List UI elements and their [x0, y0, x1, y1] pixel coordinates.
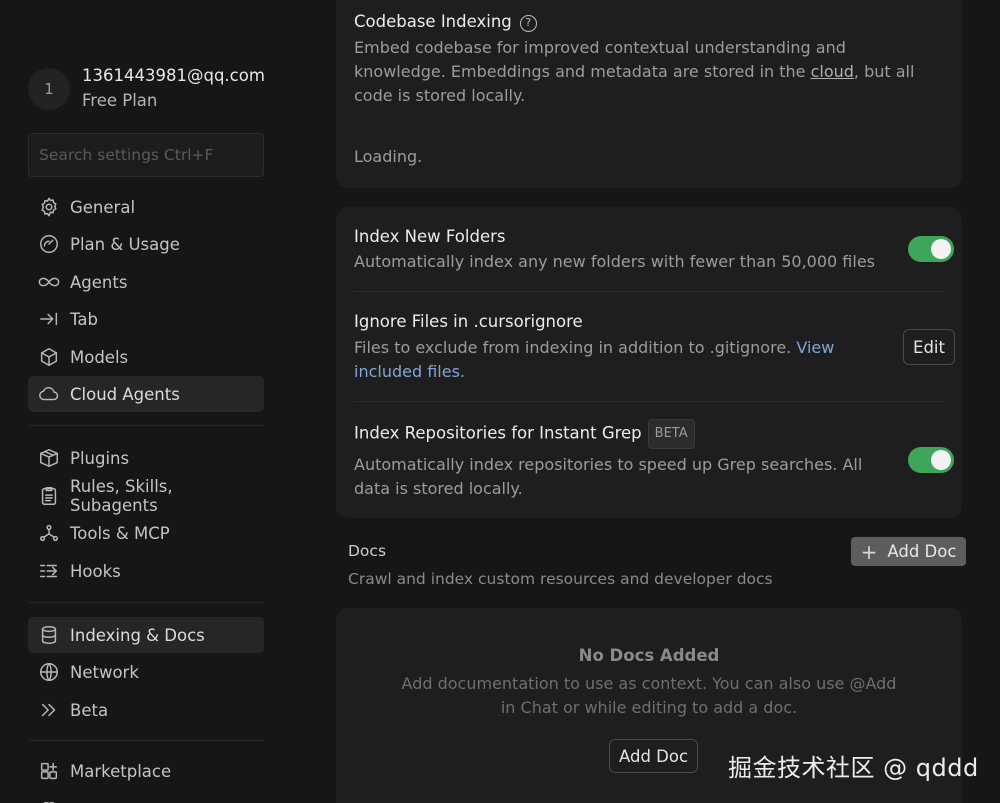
- instant-grep-heading: Index Repositories for Instant Grep BETA: [354, 419, 695, 449]
- edit-button[interactable]: Edit: [903, 329, 955, 365]
- index-new-folders-toggle[interactable]: [908, 236, 954, 262]
- tab-arrow-icon: [40, 312, 58, 326]
- sidebar-item-label: Beta: [70, 700, 109, 720]
- sidebar-item-tools-mcp[interactable]: Tools & MCP: [28, 515, 264, 551]
- ignore-files-desc: Files to exclude from indexing in additi…: [354, 338, 835, 381]
- sidebar-item-agents[interactable]: Agents: [28, 264, 264, 300]
- sidebar-item-network[interactable]: Network: [28, 654, 264, 690]
- add-doc-empty-button[interactable]: Add Doc: [609, 739, 698, 773]
- sidebar-divider: [28, 740, 264, 741]
- sidebar-item-label: Plugins: [70, 448, 130, 468]
- heart-icon: [43, 801, 55, 803]
- account-plan: Free Plan: [82, 91, 158, 110]
- nodes-icon: [40, 524, 58, 542]
- row-divider: [354, 291, 944, 292]
- gear-icon: [41, 197, 57, 217]
- sidebar-item-label: Plan & Usage: [70, 234, 180, 254]
- grid-plus-icon: [40, 762, 58, 780]
- add-doc-label: Add Doc: [887, 542, 957, 561]
- double-chevron-icon: [41, 703, 56, 717]
- sidebar-item-plan-usage[interactable]: Plan & Usage: [28, 226, 264, 262]
- sidebar-item-label: Agents: [70, 272, 128, 292]
- sidebar-item-label: Rules, Skills, Subagents: [70, 477, 173, 515]
- avatar: 1: [28, 68, 70, 110]
- infinity-icon: [38, 277, 60, 287]
- index-new-folders-desc: Automatically index any new folders with…: [354, 252, 876, 271]
- search-input[interactable]: [29, 134, 263, 176]
- sidebar-item-label: Tab: [70, 309, 98, 329]
- sidebar-item-cloud-agents[interactable]: Cloud Agents: [28, 376, 264, 412]
- sidebar-divider: [28, 425, 264, 426]
- database-icon: [41, 626, 57, 644]
- sidebar-item-label: Indexing & Docs: [70, 625, 205, 645]
- cloud-link[interactable]: cloud: [811, 62, 854, 81]
- sidebar-item-hooks[interactable]: Hooks: [28, 553, 264, 589]
- clipboard-icon: [41, 487, 57, 505]
- docs-subtitle: Crawl and index custom resources and dev…: [348, 570, 773, 588]
- globe-icon: [40, 663, 58, 681]
- empty-state-desc: Add documentation to use as context. You…: [401, 674, 897, 717]
- sidebar-item-general[interactable]: General: [28, 189, 264, 225]
- sidebar-divider: [28, 602, 264, 603]
- sidebar: 1 1361443981@qq.com Free Plan General Pl…: [0, 0, 290, 803]
- add-doc-button[interactable]: + Add Doc: [851, 537, 966, 566]
- sidebar-item-label: General: [70, 197, 136, 217]
- toggle-knob: [931, 450, 951, 470]
- list-arrow-icon: [40, 564, 58, 578]
- sidebar-item-label: Marketplace: [70, 761, 172, 781]
- codebase-indexing-desc: Embed codebase for improved contextual u…: [354, 38, 915, 105]
- cube-icon: [40, 348, 58, 366]
- sidebar-item-label: Tools & MCP: [70, 523, 170, 543]
- help-icon[interactable]: ?: [519, 15, 537, 32]
- beta-badge: BETA: [647, 419, 695, 449]
- sidebar-item-beta[interactable]: Beta: [28, 692, 264, 728]
- cloud-icon: [39, 386, 59, 401]
- account-email: 1361443981@qq.com: [82, 66, 265, 85]
- instant-grep-desc: Automatically index repositories to spee…: [354, 455, 863, 498]
- gauge-icon: [40, 235, 58, 253]
- ignore-files-title: Ignore Files in .cursorignore: [354, 312, 583, 331]
- index-new-folders-title: Index New Folders: [354, 227, 506, 246]
- codebase-indexing-title: Codebase Indexing: [354, 12, 512, 31]
- sidebar-item-marketplace[interactable]: Marketplace: [28, 753, 264, 789]
- sidebar-item-partial[interactable]: [28, 790, 264, 803]
- codebase-indexing-card: Codebase Indexing? Embed codebase for im…: [336, 0, 962, 188]
- instant-grep-title: Index Repositories for Instant Grep: [354, 423, 642, 443]
- row-divider: [354, 401, 944, 402]
- empty-state-title: No Docs Added: [578, 646, 720, 665]
- sidebar-item-label: Hooks: [70, 561, 121, 581]
- sidebar-item-label: Network: [70, 662, 139, 682]
- sidebar-item-plugins[interactable]: Plugins: [28, 440, 264, 476]
- sidebar-item-models[interactable]: Models: [28, 339, 264, 375]
- sidebar-item-indexing-docs[interactable]: Indexing & Docs: [28, 617, 264, 653]
- indexing-settings-card: Index New Folders Automatically index an…: [336, 207, 962, 518]
- indexing-status: Loading.: [354, 147, 423, 166]
- docs-title: Docs: [348, 542, 387, 560]
- sidebar-item-rules[interactable]: Rules, Skills, Subagents: [28, 477, 264, 515]
- package-icon: [40, 449, 58, 467]
- sidebar-item-label: Models: [70, 347, 129, 367]
- plus-icon: +: [860, 539, 878, 564]
- watermark: 掘金技术社区 @ qddd: [728, 754, 979, 782]
- settings-search[interactable]: [28, 133, 264, 177]
- toggle-knob: [931, 239, 951, 259]
- instant-grep-toggle[interactable]: [908, 447, 954, 473]
- account-info[interactable]: 1 1361443981@qq.com Free Plan: [28, 64, 265, 114]
- sidebar-item-tab[interactable]: Tab: [28, 301, 264, 337]
- main-panel: Codebase Indexing? Embed codebase for im…: [290, 0, 1000, 803]
- sidebar-item-label: Cloud Agents: [70, 384, 180, 404]
